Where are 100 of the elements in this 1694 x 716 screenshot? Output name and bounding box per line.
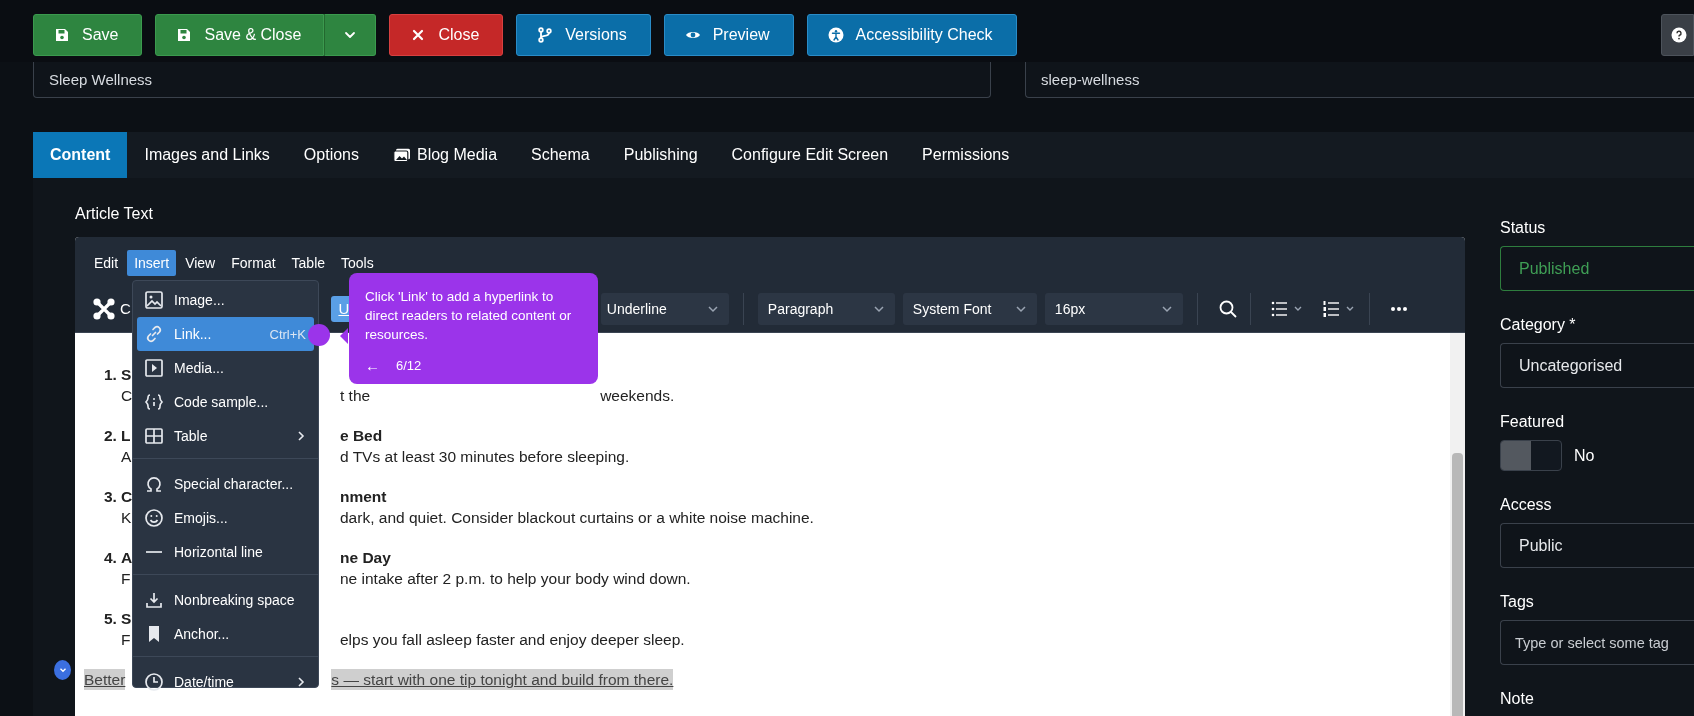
tab[interactable]: Options: [286, 132, 376, 178]
tab[interactable]: Blog Media: [376, 132, 515, 178]
menu-item[interactable]: Code sample...: [137, 385, 314, 419]
logo-icon: [92, 296, 116, 321]
body-text: K: [121, 509, 132, 526]
horizontal-line-icon: [146, 551, 162, 553]
tab[interactable]: Publishing: [606, 132, 715, 178]
save-and-close-button[interactable]: Save & Close: [155, 14, 325, 56]
tooltip-text: Click 'Link' to add a hyperlink to direct readers to related content or resources.: [365, 288, 573, 344]
shortcut-text: Ctrl+K: [269, 326, 306, 342]
body-text: s — start with one tip tonight and build from there.: [331, 669, 674, 690]
body-text: dark, and quiet. Consider blackout curtains or a white noise machine.: [340, 508, 814, 528]
link-icon: [144, 324, 164, 344]
table-icon: [144, 426, 164, 446]
body-text: C: [121, 387, 133, 404]
toolbar-text: C: [120, 300, 131, 317]
heading-text: e Bed: [340, 426, 383, 446]
field-label: Status: [1500, 218, 1547, 238]
list-number: 4.: [104, 548, 118, 568]
save-button[interactable]: Save: [33, 14, 143, 56]
menu-item[interactable]: Format: [224, 250, 283, 276]
menu-item[interactable]: Table: [284, 250, 333, 276]
heading-text: ne Day: [340, 548, 391, 568]
save-icon: [176, 27, 193, 43]
accessibility-button[interactable]: Accessibility Check: [806, 14, 1017, 56]
menu-item[interactable]: Special character...: [137, 467, 314, 501]
body-text: A: [121, 448, 132, 465]
image-icon: [144, 290, 164, 310]
preview-button[interactable]: Preview: [663, 14, 794, 56]
heading-text: C: [121, 488, 133, 505]
menu-item[interactable]: Link... Ctrl+K: [137, 317, 314, 351]
accessibility-icon: [827, 27, 844, 43]
help-button[interactable]: [1661, 14, 1694, 56]
select-field[interactable]: Public: [1500, 523, 1694, 568]
menu-item[interactable]: Media...: [137, 351, 314, 385]
tab[interactable]: Configure Edit Screen: [714, 132, 906, 178]
code-braces-icon: [144, 392, 164, 412]
heading-text: A: [121, 549, 133, 566]
images-icon: [393, 148, 411, 162]
menu-item[interactable]: Edit: [87, 250, 126, 276]
text-field[interactable]: sleep-wellness: [1025, 62, 1694, 98]
play-icon: [144, 358, 164, 378]
menu-item[interactable]: Tools: [334, 250, 381, 276]
heading-text: L: [121, 427, 131, 444]
dropdown-select[interactable]: System Font: [902, 292, 1037, 325]
field-label: Access: [1500, 495, 1553, 515]
heading-text: S: [121, 366, 132, 383]
field-label: Featured: [1500, 412, 1566, 432]
body-text: F: [121, 631, 131, 648]
body-text: Better: [84, 669, 126, 690]
dropdown-select[interactable]: Underline: [600, 292, 729, 325]
menu-item[interactable]: Anchor...: [137, 617, 314, 651]
select-field[interactable]: Published: [1500, 246, 1694, 291]
body-text: d TVs at least 30 minutes before sleeping.: [340, 447, 630, 467]
menu-item[interactable]: Table: [137, 419, 314, 453]
body-text: F: [121, 570, 131, 587]
tab[interactable]: Content: [33, 132, 128, 178]
field-label: Tags: [1500, 592, 1535, 612]
menu-item[interactable]: Nonbreaking space: [137, 583, 314, 617]
search-icon: [1217, 298, 1238, 319]
list-number: 5.: [104, 609, 118, 629]
scrollbar[interactable]: [1450, 333, 1465, 716]
field-label: Article Text: [75, 204, 154, 224]
tags-field[interactable]: Type or select some tag: [1500, 620, 1694, 665]
text-field[interactable]: Sleep Wellness: [33, 62, 991, 98]
heading-text: nment: [340, 487, 387, 507]
tab[interactable]: Schema: [514, 132, 607, 178]
branch-icon: [537, 27, 554, 43]
heading-text: S: [121, 610, 132, 627]
tab[interactable]: Images and Links: [127, 132, 287, 178]
body-text: ne intake after 2 p.m. to help your body wind down.: [340, 569, 691, 589]
omega-icon: [144, 474, 164, 494]
dropdown-select[interactable]: 16px: [1044, 292, 1183, 325]
list-number: 3.: [104, 487, 118, 507]
clock-icon: [144, 672, 164, 692]
menu-item[interactable]: Emojis...: [137, 501, 314, 535]
more-icon: [1389, 305, 1408, 312]
body-text: weekends.: [600, 386, 675, 406]
close-button[interactable]: Close: [389, 14, 504, 56]
body-text: elps you fall asleep faster and enjoy deeper sleep.: [340, 630, 685, 650]
menu-item[interactable]: Insert: [127, 250, 177, 276]
menu-item[interactable]: View: [178, 250, 223, 276]
tab[interactable]: Permissions: [905, 132, 1027, 178]
field-label: Note: [1500, 689, 1535, 709]
nonbreaking-space-icon: [144, 590, 164, 610]
step-counter: 6/12: [396, 357, 422, 373]
save-icon: [54, 27, 70, 43]
smiley-icon: [144, 508, 164, 528]
dropdown-select[interactable]: Paragraph: [757, 292, 895, 325]
select-field[interactable]: Uncategorised: [1500, 343, 1694, 388]
help-icon: [1671, 27, 1687, 43]
body-text: t the: [340, 386, 371, 406]
menu-item[interactable]: Image...: [137, 283, 314, 317]
menu-item[interactable]: Date/time: [137, 665, 314, 699]
menu-item[interactable]: Horizontal line: [137, 535, 314, 569]
block-toggle-button[interactable]: [54, 660, 71, 680]
back-button[interactable]: ←: [365, 356, 380, 374]
toggle-value: No: [1574, 446, 1595, 465]
versions-button[interactable]: Versions: [516, 14, 651, 56]
toggle-switch[interactable]: [1500, 440, 1562, 471]
